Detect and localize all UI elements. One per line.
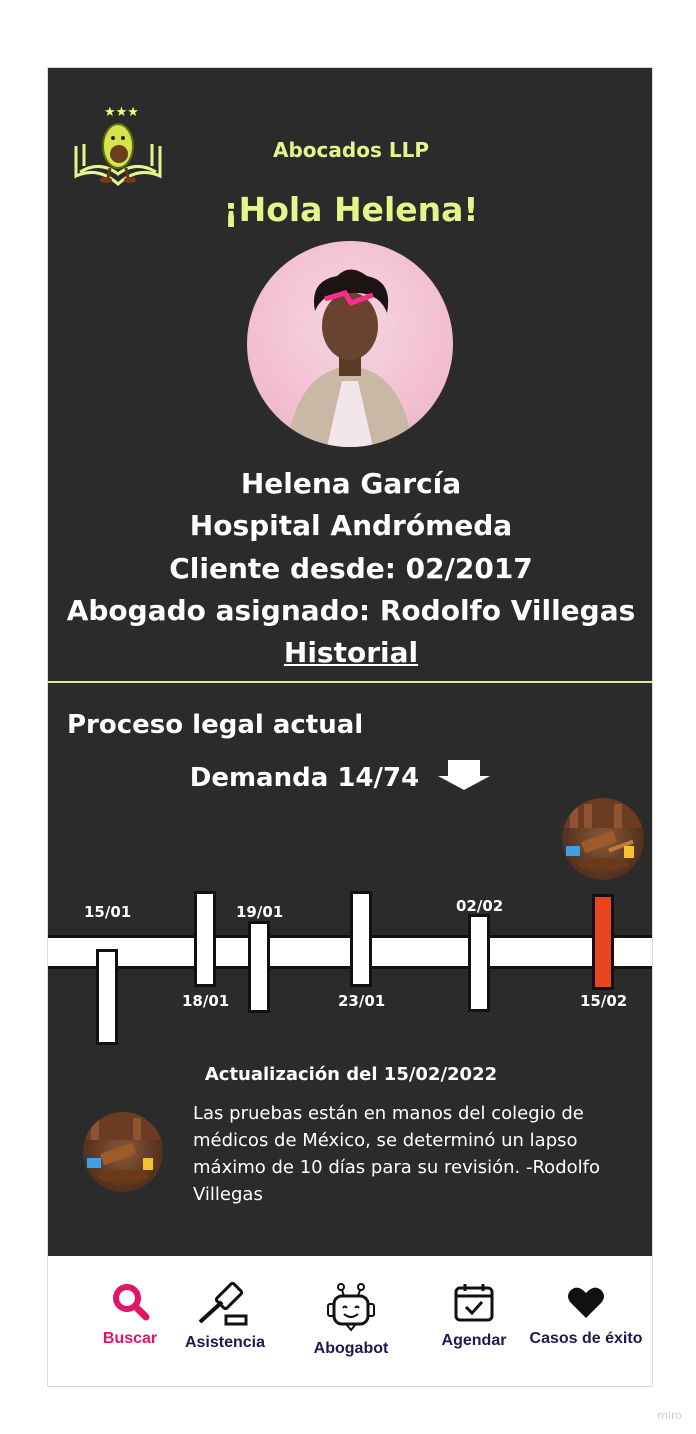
calendar-icon (436, 1282, 512, 1328)
section-title: Proceso legal actual (67, 710, 364, 740)
nav-label: Asistencia (184, 1334, 266, 1351)
section-divider (48, 681, 652, 683)
client-name: Helena García (240, 467, 462, 500)
timeline-date: 15/01 (84, 903, 132, 921)
nav-label: Casos de éxito (529, 1330, 643, 1347)
timeline-date: 23/01 (338, 992, 386, 1010)
timeline-date: 19/01 (236, 903, 284, 921)
timeline-date: 02/02 (456, 897, 504, 915)
timeline-marker-current[interactable] (592, 894, 614, 990)
search-icon (98, 1282, 162, 1326)
assigned-lawyer: Abogado asignado: Rodolfo Villegas (66, 594, 636, 627)
heart-icon (528, 1282, 644, 1326)
timeline-marker[interactable] (194, 891, 216, 987)
nav-casos-exito[interactable]: Casos de éxito (528, 1282, 644, 1348)
nav-buscar[interactable]: Buscar (98, 1282, 162, 1348)
timeline-date: 15/02 (580, 992, 628, 1010)
timeline-date: 18/01 (182, 992, 230, 1010)
watermark: miro (657, 1409, 682, 1422)
svg-text:★★★: ★★★ (104, 105, 139, 120)
nav-label: Abogabot (313, 1340, 389, 1357)
gavel-icon (180, 1281, 270, 1330)
nav-label: Agendar (441, 1332, 507, 1349)
robot-icon (306, 1282, 396, 1336)
timeline-marker[interactable] (248, 921, 270, 1013)
bottom-navigation: Buscar Asistencia Abogabot Agendar Casos… (48, 1256, 652, 1386)
nav-agendar[interactable]: Agendar (436, 1282, 512, 1350)
client-organization: Hospital Andrómeda (189, 509, 513, 542)
nav-abogabot[interactable]: Abogabot (306, 1282, 396, 1358)
gavel-thumbnail (562, 798, 644, 880)
nav-label: Buscar (102, 1330, 158, 1347)
case-header: Demanda 14/74 (48, 760, 652, 797)
greeting-title: ¡Hola Helena! (223, 190, 479, 229)
update-title: Actualización del 15/02/2022 (204, 1064, 498, 1085)
history-link[interactable]: Historial (48, 636, 652, 669)
company-name: Abocados LLP (273, 138, 429, 162)
arrow-down-icon[interactable] (436, 760, 492, 797)
timeline-marker[interactable] (468, 914, 490, 1012)
lawyer-avatar (83, 1112, 163, 1192)
timeline-marker[interactable] (350, 891, 372, 987)
timeline-marker[interactable] (96, 949, 118, 1045)
case-number: Demanda 14/74 (189, 763, 420, 793)
update-message: Las pruebas están en manos del colegio d… (193, 1103, 600, 1205)
client-since: Cliente desde: 02/2017 (169, 552, 533, 585)
avatar (247, 241, 453, 447)
app-screen: ★★★ Abocados LLP ¡Hola Helena! Helena Ga… (47, 67, 653, 1387)
nav-asistencia[interactable]: Asistencia (180, 1281, 270, 1352)
